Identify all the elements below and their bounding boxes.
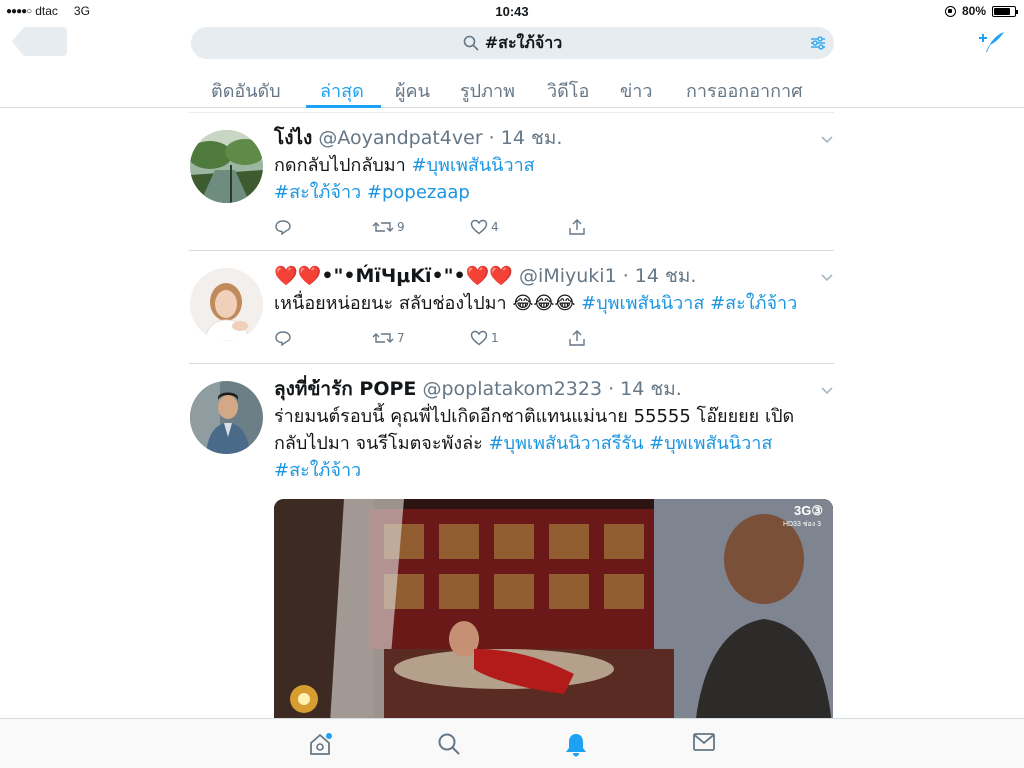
avatar[interactable]	[190, 130, 263, 203]
author-handle[interactable]: @poplatakom2323	[422, 378, 602, 400]
tweet-text-line: ร่ายมนต์รอบนี้ คุณพี่ไปเกิดอีกชาติแทนแม่…	[274, 406, 795, 427]
hashtag-link[interactable]: #บุพเพสันนิวาส	[649, 433, 772, 454]
tweet-text-line: กลับไปมา จนรีโมตจะพังล่ะ	[274, 433, 489, 454]
search-icon[interactable]	[437, 732, 461, 756]
back-button[interactable]	[12, 27, 67, 56]
like-count: 4	[491, 220, 499, 234]
tweet-text: กดกลับไปกลับมา #บุพเพสันนิวาส #สะใภ้จ้าว…	[274, 152, 829, 206]
avatar[interactable]	[190, 268, 263, 341]
tweet-header: ลุงที่ข้ารัก POPE @poplatakom2323 · 14 ช…	[274, 378, 682, 400]
tweet-time: 14 ชม.	[634, 265, 697, 287]
hashtag-link[interactable]: #บุพเพสันนิวาส	[581, 293, 704, 314]
status-right: 80%	[944, 4, 1018, 18]
channel-logo: 3G③	[794, 503, 823, 518]
status-bar: ●●●●○ dtac 3G 10:43 80%	[0, 0, 1024, 22]
tweet-time: 14 ชม.	[620, 378, 682, 400]
like-button[interactable]: 1	[470, 330, 568, 346]
retweet-button[interactable]: 9	[372, 219, 470, 235]
channel-caption: HD33 ช่อง 3	[782, 521, 821, 528]
share-icon	[569, 330, 585, 346]
retweet-count: 7	[397, 331, 405, 345]
tweet-body: ลุงที่ข้ารัก POPE @poplatakom2323 · 14 ช…	[274, 377, 829, 484]
notifications-icon[interactable]	[564, 732, 588, 758]
timeline[interactable]: โง่ไง @Aoyandpat4ver · 14 ชม. กดกลับไปกล…	[189, 112, 834, 718]
search-query: #สะใภ้จ้าว	[484, 32, 563, 52]
search-icon	[463, 35, 479, 51]
tweet-text: เหนื่อยหน่อยนะ สลับช่องไปมา 😂😂😂 #บุพเพสั…	[274, 290, 829, 317]
share-button[interactable]	[568, 329, 666, 347]
retweet-button[interactable]: 7	[372, 330, 470, 346]
tab-videos[interactable]: วิดีโอ	[547, 76, 589, 105]
battery-percent: 80%	[961, 4, 986, 18]
hashtag-link[interactable]: #สะใภ้จ้าว	[274, 460, 361, 481]
hashtag-link[interactable]: #สะใภ้จ้าว	[710, 293, 797, 314]
search-field[interactable]: #สะใภ้จ้าว	[191, 27, 834, 59]
chevron-down-icon[interactable]	[820, 386, 834, 396]
tweet[interactable]: ❤️❤️•"•ḾïЧμKï•"•❤️❤️ @iMiyuki1 · 14 ชม. …	[189, 251, 834, 364]
author-handle[interactable]: @Aoyandpat4ver	[318, 127, 482, 149]
video-still-image	[274, 499, 833, 718]
messages-icon[interactable]	[692, 732, 716, 752]
like-count: 1	[491, 331, 499, 345]
tweet-header: ❤️❤️•"•ḾïЧμKï•"•❤️❤️ @iMiyuki1 · 14 ชม.	[274, 265, 697, 287]
rotation-lock-icon	[944, 5, 956, 17]
retweet-icon	[372, 222, 394, 232]
search-bar[interactable]: #สะใภ้จ้าว	[191, 27, 834, 59]
filter-icon[interactable]	[810, 35, 826, 51]
tab-news[interactable]: ข่าว	[620, 76, 653, 105]
tab-top[interactable]: ติดอันดับ	[211, 76, 281, 105]
tweet-body: โง่ไง @Aoyandpat4ver · 14 ชม. กดกลับไปกล…	[274, 126, 829, 206]
tweet-media-image[interactable]: 3G③ HD33 ช่อง 3	[274, 499, 833, 718]
tweet-actions: 9 4	[274, 217, 666, 237]
author-name[interactable]: โง่ไง	[274, 127, 312, 149]
chevron-down-icon[interactable]	[820, 273, 834, 283]
hashtag-link[interactable]: #บุพเพสันนิวาส	[411, 155, 534, 176]
author-handle[interactable]: @iMiyuki1	[519, 265, 617, 287]
tweet[interactable]: โง่ไง @Aoyandpat4ver · 14 ชม. กดกลับไปกล…	[189, 113, 834, 251]
reply-button[interactable]	[274, 330, 372, 346]
hashtag-link[interactable]: #บุพเพสันนิวาสรีรัน	[489, 433, 644, 454]
chevron-down-icon[interactable]	[820, 135, 834, 145]
tweet-text-plain: เหนื่อยหน่อยนะ สลับช่องไปมา 😂😂😂	[274, 293, 582, 314]
reply-icon	[275, 220, 291, 235]
home-icon[interactable]	[308, 732, 334, 756]
tweet[interactable]: ลุงที่ข้ารัก POPE @poplatakom2323 · 14 ช…	[189, 364, 834, 718]
tweet-time: 14 ชม.	[500, 127, 563, 149]
author-name[interactable]: ลุงที่ข้ารัก POPE	[274, 378, 416, 400]
retweet-count: 9	[397, 220, 405, 234]
avatar[interactable]	[190, 381, 263, 454]
tweet-text: ร่ายมนต์รอบนี้ คุณพี่ไปเกิดอีกชาติแทนแม่…	[274, 403, 829, 484]
tweet-text-plain: กดกลับไปกลับมา	[274, 155, 412, 176]
reply-button[interactable]	[274, 219, 372, 235]
battery-fill	[994, 7, 1010, 15]
active-tab-indicator	[306, 105, 381, 108]
retweet-icon	[372, 333, 394, 343]
heart-icon	[470, 219, 488, 235]
bottom-tab-bar	[0, 718, 1024, 768]
heart-icon	[470, 330, 488, 346]
hashtag-link[interactable]: #สะใภ้จ้าว	[274, 182, 361, 203]
tweet-body: ❤️❤️•"•ḾïЧμKï•"•❤️❤️ @iMiyuki1 · 14 ชม. …	[274, 264, 829, 317]
share-icon	[569, 219, 585, 235]
author-name[interactable]: ❤️❤️•"•ḾïЧμKï•"•❤️❤️	[274, 265, 513, 287]
tab-photos[interactable]: รูปภาพ	[460, 76, 515, 105]
compose-tweet-icon[interactable]	[978, 30, 1006, 54]
hashtag-link[interactable]: #popezaap	[367, 182, 470, 203]
tweet-header: โง่ไง @Aoyandpat4ver · 14 ชม.	[274, 127, 563, 149]
reply-icon	[275, 331, 291, 346]
status-time: 10:43	[495, 4, 529, 19]
battery-icon	[992, 5, 1018, 17]
tab-latest[interactable]: ล่าสุด	[320, 76, 364, 105]
tab-people[interactable]: ผู้คน	[395, 76, 430, 105]
share-button[interactable]	[568, 218, 666, 236]
tab-broadcasts[interactable]: การออกอากาศ	[686, 76, 803, 105]
search-tabs: ติดอันดับ ล่าสุด ผู้คน รูปภาพ วิดีโอ ข่า…	[0, 72, 1024, 108]
like-button[interactable]: 4	[470, 219, 568, 235]
tweet-actions: 7 1	[274, 328, 666, 348]
